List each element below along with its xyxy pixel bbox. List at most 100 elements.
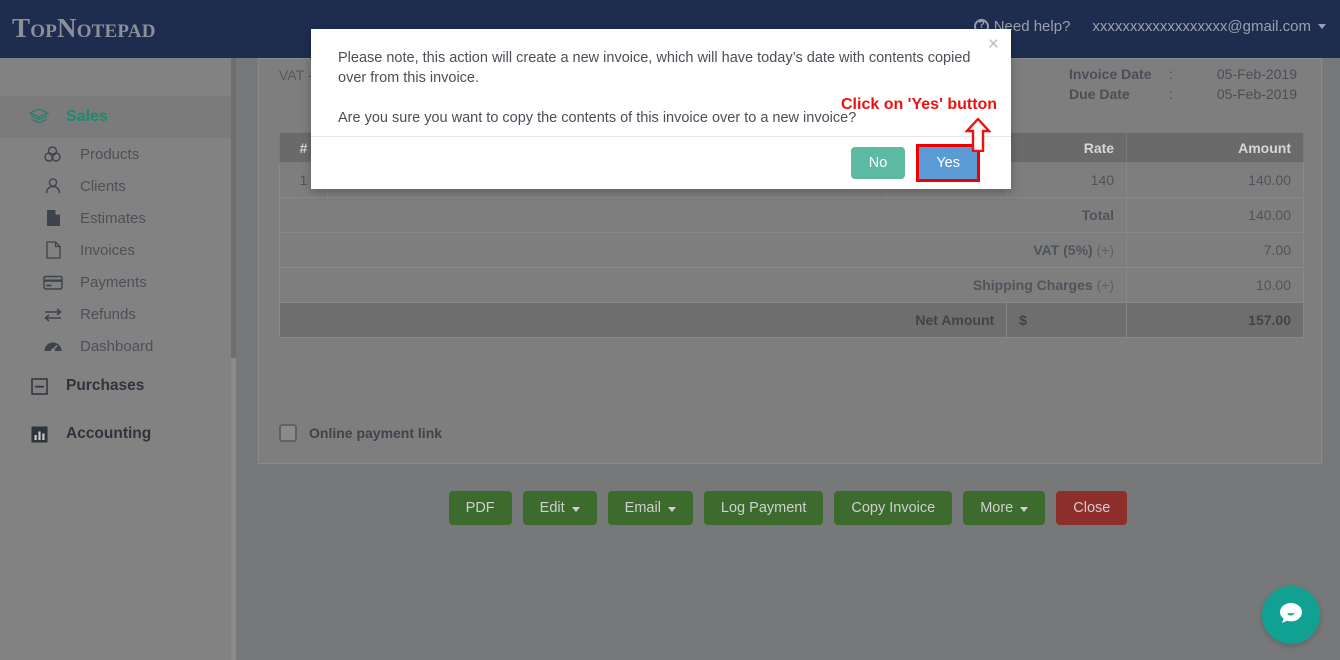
app-root: TopNotepad Need help? xxxxxxxxxxxxxxxxxx… [0,0,1340,660]
chevron-down-icon [571,506,580,512]
pdf-button[interactable]: PDF [448,491,512,525]
user-icon [42,176,64,196]
vat-sign: (+) [1096,242,1115,258]
net-amount-currency: $ [1006,302,1128,338]
chat-bubble-icon [1277,599,1305,632]
column-header-amount: Amount [1126,132,1304,163]
layers-icon [28,107,50,127]
net-amount-label: Net Amount [278,302,1008,338]
more-button-label: More [980,500,1014,516]
sidebar-group-sales[interactable]: Sales [0,96,236,138]
exchange-arrows-icon [42,304,64,324]
navbar-right: Need help? xxxxxxxxxxxxxxxxxx@gmail.com [973,18,1326,35]
invoice-action-buttons: PDF Edit Email Log Payment Copy Invoice … [236,491,1340,525]
user-account-menu[interactable]: xxxxxxxxxxxxxxxxxx@gmail.com [1092,18,1326,35]
close-button-label: Close [1073,500,1111,516]
sidebar-item-label: Dashboard [80,337,154,355]
cell-rate: 140 [1006,162,1128,198]
pdf-button-label: PDF [465,500,495,516]
sidebar-item-label: Refunds [80,305,136,323]
online-payment-link-row[interactable]: Online payment link [279,424,442,442]
shipping-value: 10.00 [1126,267,1304,303]
sidebar: Sales Products Clients Estimates Invoice… [0,58,236,660]
annotation-arrow-up-icon [964,117,992,157]
totals-row-shipping: Shipping Charges (+) 10.00 [278,267,1304,303]
sidebar-item-accounting[interactable]: Accounting [0,410,236,458]
due-date-row: Due Date : 05-Feb-2019 [1069,84,1297,104]
copy-invoice-button-label: Copy Invoice [851,500,936,516]
column-header-rate: Rate [1006,132,1128,163]
vat-label-cell: VAT (5%) (+) [278,232,1128,268]
due-date-separator: : [1169,86,1173,102]
vat-label: VAT (5%) [1033,242,1093,258]
gauge-icon [42,336,64,356]
sidebar-item-label: Products [80,145,140,163]
vat-value: 7.00 [1126,232,1304,268]
due-date-label: Due Date [1069,86,1130,102]
cell-amount: 140.00 [1126,162,1304,198]
modal-paragraph-1: Please note, this action will create a n… [338,50,971,86]
sidebar-item-refunds[interactable]: Refunds [0,298,236,330]
modal-no-button[interactable]: No [850,147,906,179]
chevron-down-icon [1020,506,1029,512]
close-button[interactable]: Close [1056,491,1128,525]
log-payment-button[interactable]: Log Payment [703,491,824,525]
sidebar-item-label: Payments [80,273,147,291]
log-payment-button-label: Log Payment [720,500,807,516]
vat-line: VAT - [279,67,313,83]
sidebar-group-label: Sales [66,108,108,125]
close-icon[interactable]: × [988,35,999,54]
app-logo[interactable]: TopNotepad [12,13,156,44]
edit-button-label: Edit [539,500,565,516]
invoice-date-value: 05-Feb-2019 [1216,66,1297,82]
sidebar-item-payments[interactable]: Payments [0,266,236,298]
sidebar-item-invoices[interactable]: Invoices [0,234,236,266]
total-value: 140.00 [1126,197,1304,233]
user-email-label: xxxxxxxxxxxxxxxxxx@gmail.com [1092,18,1311,35]
annotation-text: Click on 'Yes' button [841,96,998,113]
credit-card-icon [42,272,64,292]
invoice-date-block: Invoice Date : 05-Feb-2019 Due Date : 05… [1069,64,1297,104]
invoice-date-row: Invoice Date : 05-Feb-2019 [1069,64,1297,84]
invoice-date-separator: : [1169,66,1173,82]
sidebar-item-label: Accounting [66,425,152,442]
minus-box-icon [28,376,50,396]
total-label: Total [278,197,1128,233]
shipping-label: Shipping Charges [972,277,1093,293]
sidebar-item-products[interactable]: Products [0,138,236,170]
sidebar-item-dashboard[interactable]: Dashboard [0,330,236,362]
sidebar-scrollbar[interactable] [231,58,236,660]
sidebar-item-purchases[interactable]: Purchases [0,362,236,410]
copy-invoice-button[interactable]: Copy Invoice [834,491,953,525]
online-payment-label: Online payment link [309,425,443,441]
document-outline-icon [42,240,64,260]
due-date-value: 05-Feb-2019 [1216,86,1297,102]
products-icon [42,144,64,164]
edit-button[interactable]: Edit [522,491,597,525]
totals-row-vat: VAT (5%) (+) 7.00 [278,232,1304,268]
chevron-down-icon [1318,24,1326,29]
document-filled-icon [42,208,64,228]
sidebar-top-spacer [0,58,236,96]
chevron-down-icon [667,506,676,512]
sidebar-item-estimates[interactable]: Estimates [0,202,236,234]
email-button[interactable]: Email [607,491,693,525]
sidebar-item-label: Estimates [80,209,146,227]
chat-widget-button[interactable] [1262,586,1320,644]
sidebar-item-label: Purchases [66,377,145,394]
shipping-label-cell: Shipping Charges (+) [278,267,1128,303]
invoice-date-label: Invoice Date [1069,66,1152,82]
sidebar-item-clients[interactable]: Clients [0,170,236,202]
totals-row-total: Total 140.00 [278,197,1304,233]
online-payment-checkbox[interactable] [279,424,297,442]
bar-chart-icon [28,424,50,444]
totals-row-net-amount: Net Amount $ 157.00 [278,302,1304,338]
more-button[interactable]: More [963,491,1046,525]
sidebar-item-label: Clients [80,177,126,195]
sidebar-scrollbar-thumb[interactable] [231,58,236,358]
shipping-sign: (+) [1096,277,1115,293]
email-button-label: Email [624,500,661,516]
sidebar-item-label: Invoices [80,241,136,259]
net-amount-value: 157.00 [1126,302,1304,338]
modal-footer: No Yes [311,136,1011,189]
